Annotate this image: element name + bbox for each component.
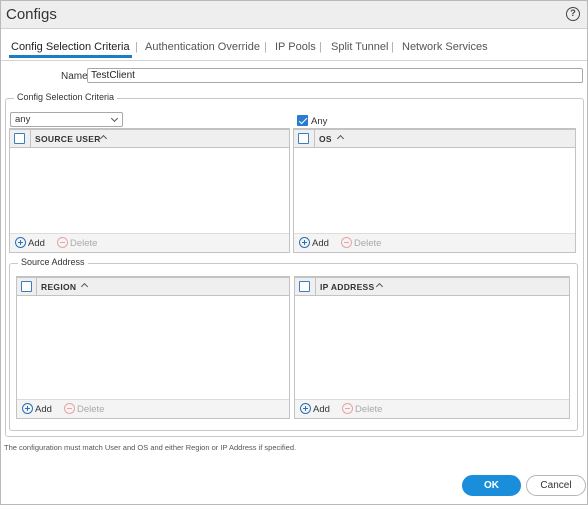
region-panel: REGION Add Delete bbox=[16, 276, 290, 419]
delete-button[interactable]: Delete bbox=[64, 403, 104, 416]
tab-separator: | bbox=[391, 41, 394, 53]
add-circle-icon bbox=[299, 237, 310, 248]
tab-authentication-override[interactable]: Authentication Override bbox=[145, 41, 260, 53]
os-any-checkbox[interactable] bbox=[297, 115, 308, 126]
sort-ascending-icon[interactable] bbox=[336, 134, 345, 143]
panel-footer: Add Delete bbox=[10, 233, 289, 252]
chevron-down-icon bbox=[110, 114, 119, 123]
column-divider bbox=[314, 130, 315, 147]
sort-ascending-icon[interactable] bbox=[99, 134, 108, 143]
delete-button[interactable]: Delete bbox=[341, 237, 381, 250]
panel-header: IP ADDRESS bbox=[295, 277, 569, 296]
column-header-region[interactable]: REGION bbox=[41, 282, 76, 292]
panel-footer: Add Delete bbox=[17, 399, 289, 418]
column-divider bbox=[36, 278, 37, 295]
tab-separator: | bbox=[264, 41, 267, 53]
panel-footer: Add Delete bbox=[294, 233, 575, 252]
select-all-checkbox[interactable] bbox=[299, 281, 310, 292]
panel-header: SOURCE USER bbox=[10, 129, 289, 148]
tab-network-services[interactable]: Network Services bbox=[402, 41, 488, 53]
group-legend: Config Selection Criteria bbox=[14, 92, 118, 102]
column-header-source-user[interactable]: SOURCE USER bbox=[35, 134, 101, 144]
select-all-checkbox[interactable] bbox=[298, 133, 309, 144]
delete-label: Delete bbox=[70, 238, 98, 249]
group-legend: Source Address bbox=[18, 257, 88, 267]
delete-label: Delete bbox=[77, 404, 105, 415]
column-header-ip-address[interactable]: IP ADDRESS bbox=[320, 282, 375, 292]
cancel-button[interactable]: Cancel bbox=[526, 475, 586, 496]
name-label: Name bbox=[61, 71, 88, 82]
select-all-checkbox[interactable] bbox=[21, 281, 32, 292]
configs-dialog: Configs ? Config Selection Criteria | Au… bbox=[0, 0, 588, 505]
sort-ascending-icon[interactable] bbox=[375, 282, 384, 291]
ok-button[interactable]: OK bbox=[462, 475, 521, 496]
delete-label: Delete bbox=[355, 404, 383, 415]
column-header-os[interactable]: OS bbox=[319, 134, 332, 144]
panel-footer: Add Delete bbox=[295, 399, 569, 418]
delete-circle-icon bbox=[341, 237, 352, 248]
tab-config-selection-criteria[interactable]: Config Selection Criteria bbox=[9, 41, 132, 58]
ip-address-panel: IP ADDRESS Add Delete bbox=[294, 276, 570, 419]
add-label: Add bbox=[28, 238, 45, 249]
add-circle-icon bbox=[22, 403, 33, 414]
add-button[interactable]: Add bbox=[300, 403, 330, 416]
tab-split-tunnel[interactable]: Split Tunnel bbox=[331, 41, 388, 53]
add-label: Add bbox=[312, 238, 329, 249]
panel-header: OS bbox=[294, 129, 575, 148]
tab-ip-pools[interactable]: IP Pools bbox=[275, 41, 316, 53]
select-all-checkbox[interactable] bbox=[14, 133, 25, 144]
column-divider bbox=[315, 278, 316, 295]
source-user-select[interactable]: any bbox=[10, 112, 123, 127]
add-button[interactable]: Add bbox=[15, 237, 45, 250]
delete-label: Delete bbox=[354, 238, 382, 249]
os-panel: OS Add Delete bbox=[293, 128, 576, 253]
add-circle-icon bbox=[300, 403, 311, 414]
criteria-note: The configuration must match User and OS… bbox=[4, 443, 297, 452]
panel-header: REGION bbox=[17, 277, 289, 296]
column-divider bbox=[30, 130, 31, 147]
add-button[interactable]: Add bbox=[299, 237, 329, 250]
add-circle-icon bbox=[15, 237, 26, 248]
delete-button[interactable]: Delete bbox=[57, 237, 97, 250]
os-any-label: Any bbox=[311, 116, 328, 127]
help-icon[interactable]: ? bbox=[566, 7, 580, 21]
delete-circle-icon bbox=[64, 403, 75, 414]
tab-separator: | bbox=[319, 41, 322, 53]
delete-circle-icon bbox=[342, 403, 353, 414]
add-label: Add bbox=[313, 404, 330, 415]
name-input[interactable]: TestClient bbox=[87, 68, 583, 83]
delete-button[interactable]: Delete bbox=[342, 403, 382, 416]
add-label: Add bbox=[35, 404, 52, 415]
dialog-title: Configs bbox=[6, 6, 57, 23]
delete-circle-icon bbox=[57, 237, 68, 248]
add-button[interactable]: Add bbox=[22, 403, 52, 416]
select-value: any bbox=[15, 114, 31, 125]
source-user-panel: SOURCE USER Add Delete bbox=[9, 128, 290, 253]
sort-ascending-icon[interactable] bbox=[80, 282, 89, 291]
tab-bar: Config Selection Criteria | Authenticati… bbox=[1, 41, 587, 61]
dialog-titlebar: Configs ? bbox=[1, 1, 587, 29]
tab-separator: | bbox=[135, 41, 138, 53]
